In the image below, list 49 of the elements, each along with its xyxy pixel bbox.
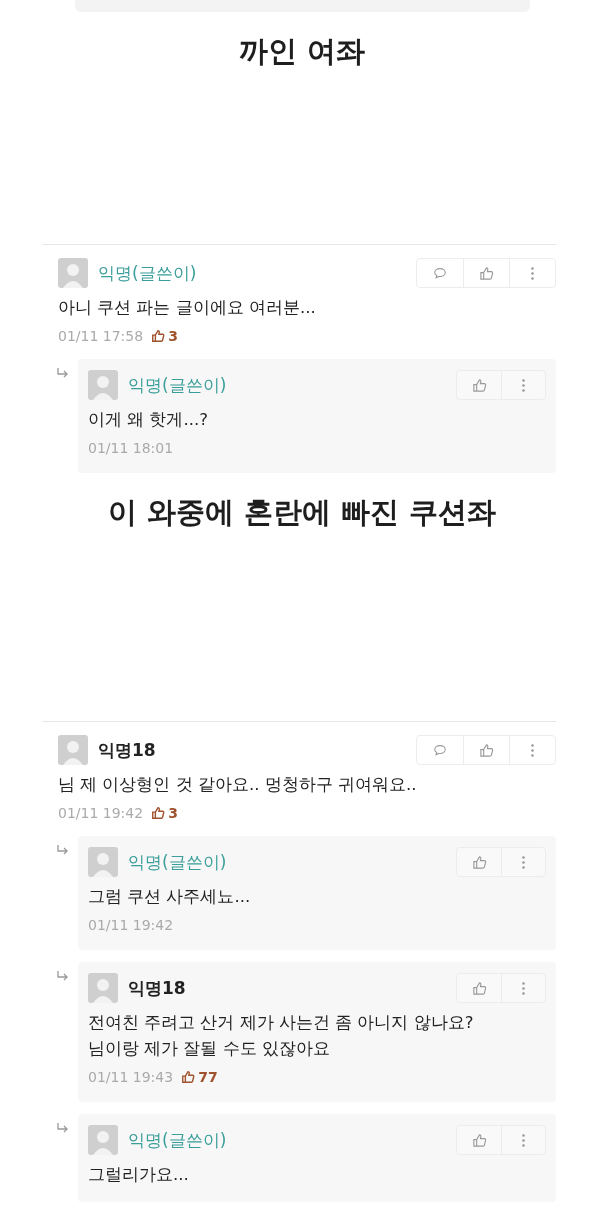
thumbs-up-icon xyxy=(471,854,487,870)
like-count: 3 xyxy=(168,805,178,821)
comment-text: 그럴리가요... xyxy=(88,1164,190,1186)
comment-text: 그럼 쿠션 사주세뇨... xyxy=(88,886,252,908)
thumbs-up-icon xyxy=(471,377,487,393)
timestamp: 01/11 19:43 xyxy=(88,1069,174,1085)
avatar-icon xyxy=(88,370,118,400)
comment-text: 이게 왜 핫게...? xyxy=(88,409,209,431)
like-count: 3 xyxy=(168,328,178,344)
author-name: 익명18 xyxy=(98,738,156,762)
author-name: 익명(글쓴이) xyxy=(128,1128,227,1152)
more-icon xyxy=(531,266,534,280)
comment-text: 님 제 이상형인 것 같아요.. 멍청하구 귀여워요.. xyxy=(58,774,418,796)
avatar-icon xyxy=(88,1125,118,1155)
author-name: 익명(글쓴이) xyxy=(128,373,227,397)
more-icon xyxy=(522,981,525,995)
reply-arrow-icon xyxy=(56,970,70,982)
thumbs-up-icon xyxy=(181,1070,196,1084)
thumbs-up-icon xyxy=(479,742,494,758)
thumbs-up-icon xyxy=(151,329,166,343)
timestamp: 01/11 19:42 xyxy=(58,805,144,821)
timestamp: 01/11 18:01 xyxy=(88,440,174,456)
thumbs-up-icon xyxy=(151,806,166,820)
thumbs-up-icon xyxy=(471,1132,487,1148)
timestamp: 01/11 19:42 xyxy=(88,917,174,933)
more-icon xyxy=(522,378,525,392)
author-name: 익명(글쓴이) xyxy=(98,261,197,285)
more-icon xyxy=(531,743,534,757)
caption-text: 이 와중에 혼란에 빠진 쿠션좌 xyxy=(106,494,498,531)
avatar-icon xyxy=(88,847,118,877)
caption-text: 까인 여좌 xyxy=(237,33,367,70)
author-name: 익명(글쓴이) xyxy=(128,850,227,874)
speech-bubble-icon xyxy=(433,266,447,280)
avatar-icon xyxy=(88,973,118,1003)
like-count: 77 xyxy=(198,1069,218,1085)
thumbs-up-icon xyxy=(479,265,494,281)
more-icon xyxy=(522,855,525,869)
reply-arrow-icon xyxy=(56,1122,70,1134)
author-name: 익명18 xyxy=(128,976,186,1000)
reply-arrow-icon xyxy=(56,844,70,856)
comment-text: 아니 쿠션 파는 글이에요 여러분... xyxy=(58,297,317,319)
more-icon xyxy=(522,1133,525,1147)
comment-text: 전여친 주려고 산거 제가 사는건 좀 아니지 않나요? 님이랑 제가 잘될 수도 있잖아요 xyxy=(88,1012,475,1060)
reply-arrow-icon xyxy=(56,367,70,379)
speech-bubble-icon xyxy=(433,743,447,757)
thumbs-up-icon xyxy=(471,980,487,996)
avatar-icon xyxy=(58,258,88,288)
avatar-icon xyxy=(58,735,88,765)
timestamp: 01/11 17:58 xyxy=(58,328,144,344)
